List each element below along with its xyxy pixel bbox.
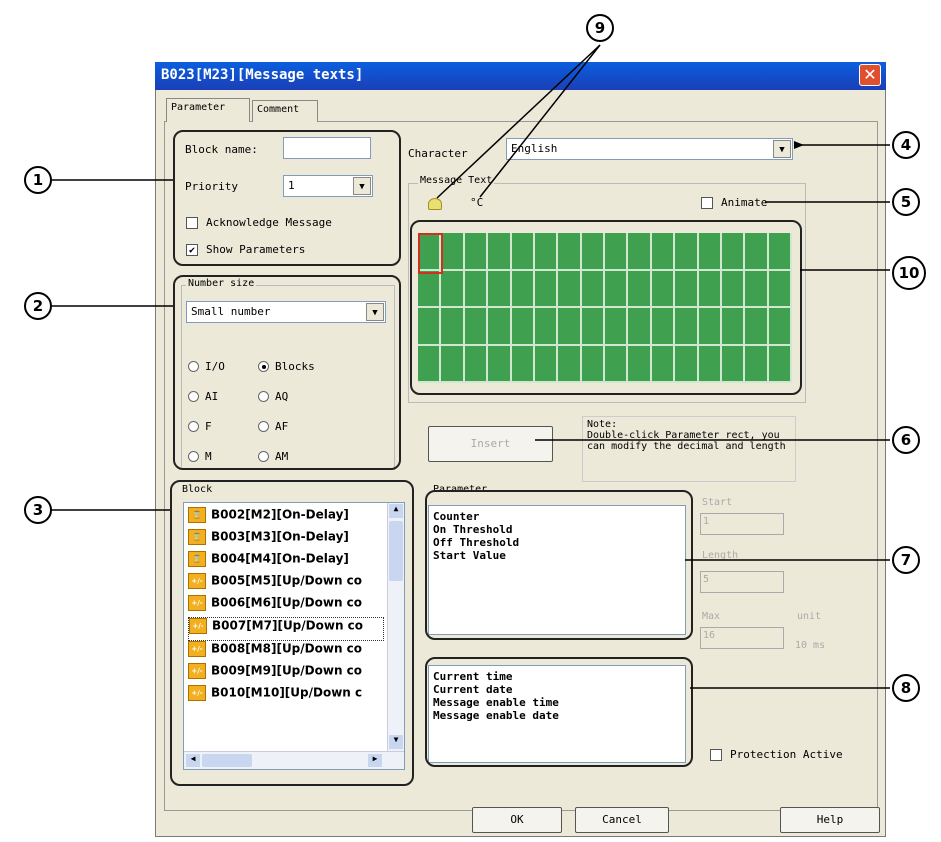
callout-badge-7: 7 bbox=[892, 546, 920, 574]
callout-badge-9: 9 bbox=[586, 14, 614, 42]
callout-badge-2: 2 bbox=[24, 292, 52, 320]
callout-leaders bbox=[52, 44, 890, 689]
callout-badge-6: 6 bbox=[892, 426, 920, 454]
callout-badge-1: 1 bbox=[24, 166, 52, 194]
callout-badge-8: 8 bbox=[892, 674, 920, 702]
callout-badge-3: 3 bbox=[24, 496, 52, 524]
callout-badge-4: 4 bbox=[892, 131, 920, 159]
callout-badge-5: 5 bbox=[892, 188, 920, 216]
callout-badge-10: 10 bbox=[892, 256, 926, 290]
